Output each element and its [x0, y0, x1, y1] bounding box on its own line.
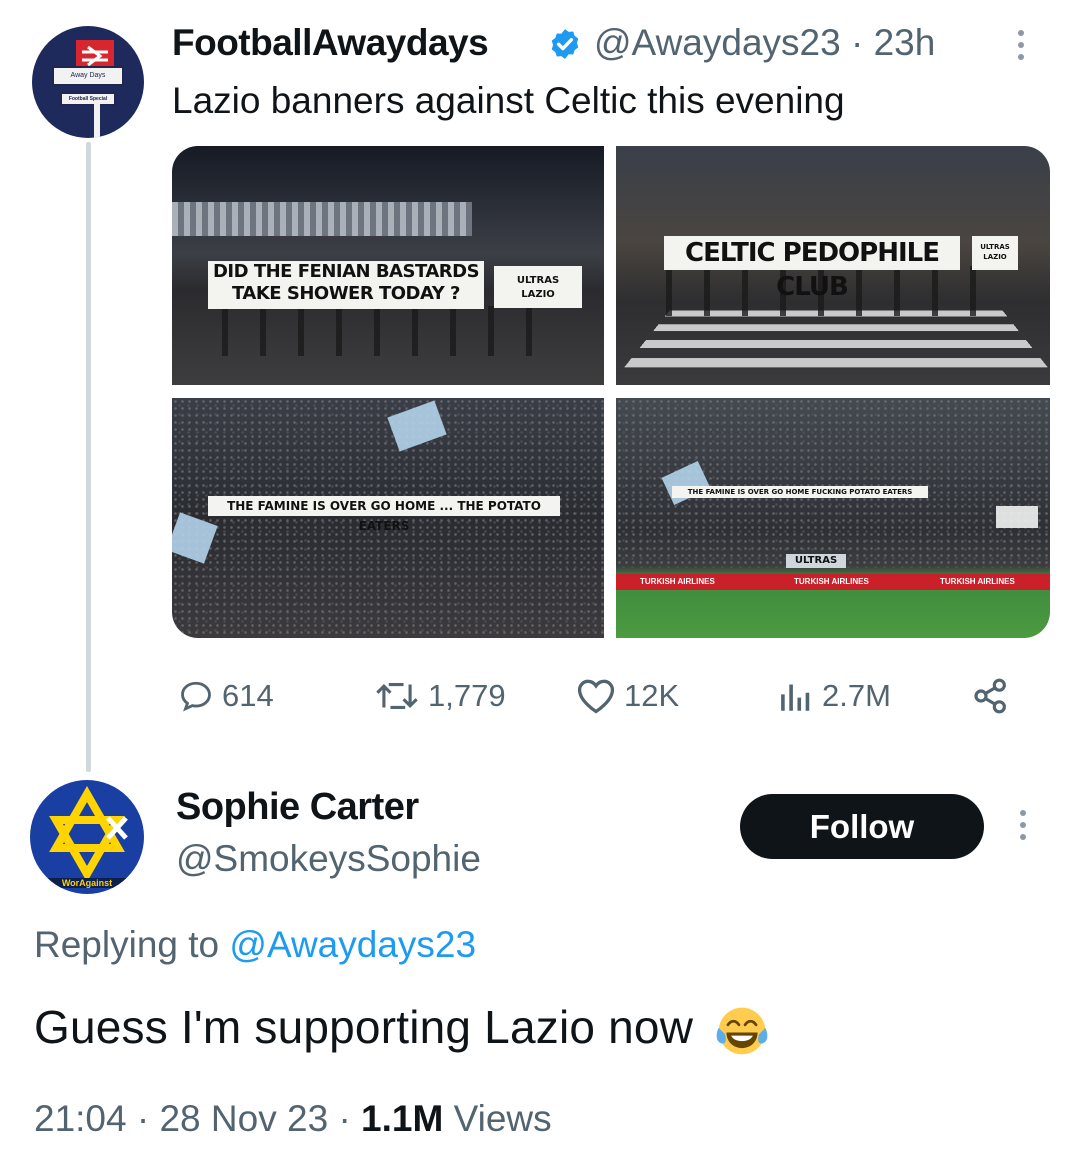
- crosswalk: [616, 310, 1050, 380]
- banner-tag-1: ULTRAS LAZIO: [494, 266, 582, 308]
- views-bar-chart-icon: [781, 684, 810, 711]
- reply-button[interactable]: 614: [176, 674, 274, 718]
- verified-badge-icon: [551, 29, 579, 59]
- retweet-icon: [376, 682, 418, 710]
- heart-icon: [577, 679, 615, 714]
- banner-tag-2-line-2: LAZIO: [983, 253, 1007, 261]
- banner-text-1: DID THE FENIAN BASTARDS TAKE SHOWER TODA…: [208, 261, 484, 309]
- reply-icon: [181, 681, 211, 712]
- display-name[interactable]: FootballAwaydays: [172, 22, 489, 64]
- handle[interactable]: @Awaydays23: [594, 22, 841, 63]
- banner-tag-2: ULTRAS LAZIO: [972, 236, 1018, 270]
- face-with-tears-of-joy-icon: [716, 1007, 768, 1055]
- retweet-count: 1,779: [428, 678, 506, 713]
- follow-button[interactable]: Follow: [740, 794, 984, 859]
- tweet-meta: 21:04 · 28 Nov 23 · 1.1M Views: [34, 1098, 552, 1140]
- time[interactable]: 21:04: [34, 1098, 127, 1139]
- media-photo-1[interactable]: DID THE FENIAN BASTARDS TAKE SHOWER TODA…: [172, 146, 604, 385]
- stadium-roof: [172, 202, 472, 236]
- separator: ·: [850, 22, 864, 63]
- reply-text-body: Guess I'm supporting Lazio now: [34, 1001, 694, 1053]
- banner-text-2: CELTIC PEDOPHILE CLUB: [664, 236, 960, 302]
- handle[interactable]: @SmokeysSophie: [176, 838, 481, 880]
- avatar-footballawaydays[interactable]: Away Days Football Special: [32, 26, 144, 138]
- reply-text: Guess I'm supporting Lazio now: [34, 1000, 770, 1059]
- media-photo-2[interactable]: CELTIC PEDOPHILE CLUB ULTRAS LAZIO: [616, 146, 1050, 385]
- avatar-sign-post: [94, 104, 100, 138]
- replying-mention-link[interactable]: @Awaydays23: [229, 924, 476, 965]
- ad-boards: TURKISH AIRLINES TURKISH AIRLINES TURKIS…: [616, 574, 1050, 590]
- separator: ·: [136, 1098, 150, 1139]
- star-of-david-icon: [49, 785, 128, 883]
- media-photo-3[interactable]: THE FAMINE IS OVER GO HOME ... THE POTAT…: [172, 398, 604, 638]
- display-name[interactable]: Sophie Carter: [176, 786, 419, 829]
- more-options-icon[interactable]: [1020, 810, 1034, 850]
- flag: [996, 506, 1038, 528]
- media-grid[interactable]: DID THE FENIAN BASTARDS TAKE SHOWER TODA…: [172, 146, 1050, 638]
- banner-text-4: THE FAMINE IS OVER GO HOME FUCKING POTAT…: [672, 486, 928, 498]
- share-button[interactable]: [970, 674, 1018, 718]
- ultras-banner: ULTRAS: [786, 554, 846, 568]
- replying-to: Replying to @Awaydays23: [34, 924, 476, 966]
- views-count: 1.1M: [361, 1098, 444, 1139]
- more-options-icon[interactable]: [1018, 30, 1032, 70]
- timestamp[interactable]: 23h: [874, 22, 936, 63]
- reply-count: 614: [222, 678, 274, 713]
- banner-tag-1-line-2: LAZIO: [521, 289, 555, 300]
- date[interactable]: 28 Nov 23: [159, 1098, 328, 1139]
- banner-1-line-1: DID THE FENIAN BASTARDS: [212, 261, 480, 282]
- ad-text: TURKISH AIRLINES: [940, 577, 1015, 586]
- retweet-button[interactable]: 1,779: [372, 674, 506, 718]
- avatar-sign-top: Away Days: [52, 66, 124, 86]
- views-label: Views: [453, 1098, 552, 1139]
- banner-text-3: THE FAMINE IS OVER GO HOME ... THE POTAT…: [208, 496, 560, 533]
- ad-text: TURKISH AIRLINES: [794, 577, 869, 586]
- banner-1-line-2: TAKE SHOWER TODAY ?: [232, 283, 460, 304]
- ad-text: TURKISH AIRLINES: [640, 577, 715, 586]
- handle-and-time[interactable]: @Awaydays23 · 23h: [594, 22, 935, 64]
- like-count: 12K: [624, 678, 680, 713]
- media-photo-4[interactable]: THE FAMINE IS OVER GO HOME FUCKING POTAT…: [616, 398, 1050, 638]
- views-button[interactable]: 2.7M: [776, 674, 891, 718]
- crowd-silhouettes: [222, 306, 562, 356]
- banner-tag-1-line-1: ULTRAS: [516, 275, 560, 286]
- views-count: 2.7M: [822, 678, 891, 713]
- avatar-smokeyssophie[interactable]: WorAgainst: [30, 780, 144, 894]
- thread-line: [86, 142, 91, 772]
- banner-tag-2-line-1: ULTRAS: [980, 243, 1010, 251]
- like-button[interactable]: 12K: [574, 674, 679, 718]
- replying-prefix: Replying to: [34, 924, 220, 965]
- tweet-text: Lazio banners against Celtic this evenin…: [172, 80, 845, 121]
- separator: ·: [338, 1098, 351, 1139]
- avatar-caption: WorAgainst: [30, 878, 144, 888]
- avatar-sign-bottom: Football Special: [60, 92, 116, 106]
- share-icon: [974, 678, 1006, 714]
